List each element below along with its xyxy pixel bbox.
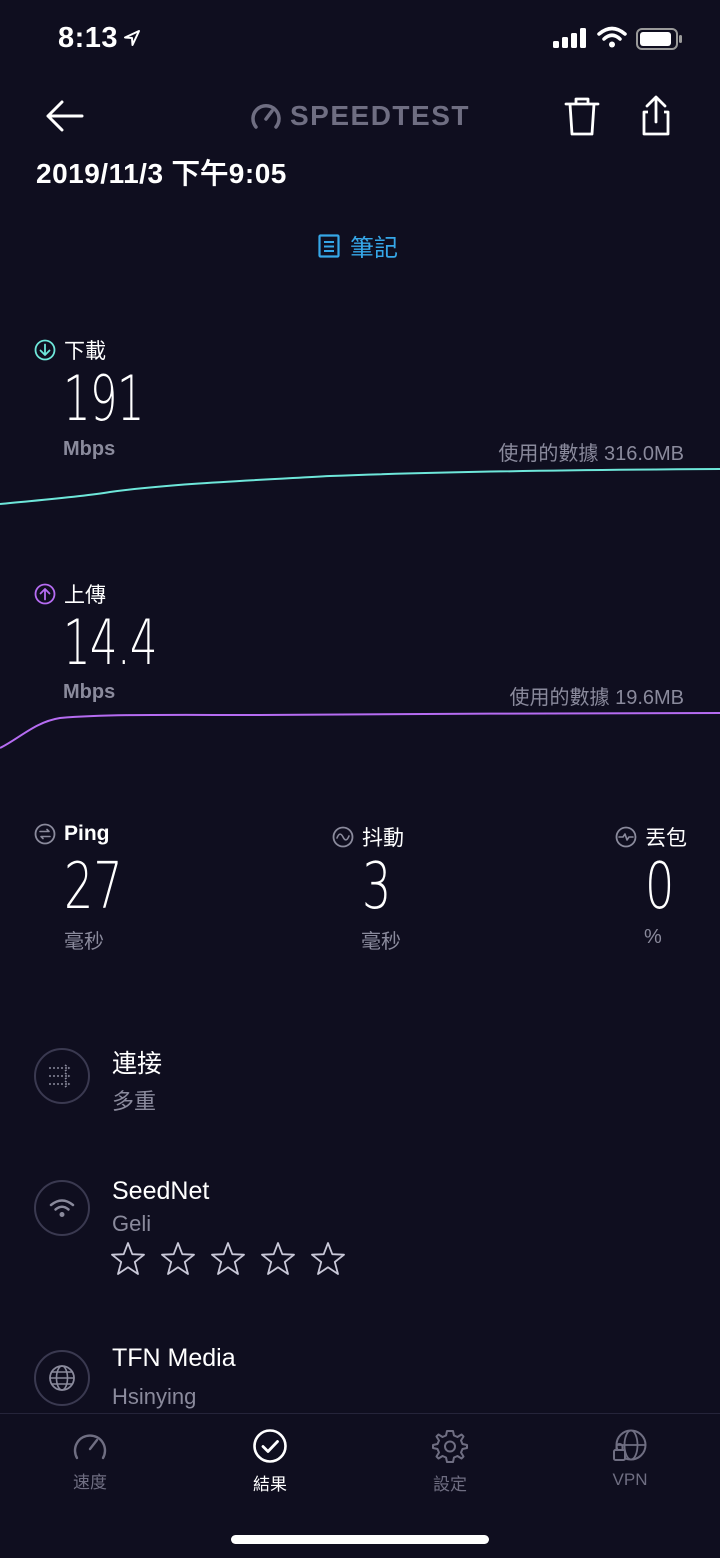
download-unit: Mbps (63, 438, 116, 460)
server-icon-circle (34, 1350, 90, 1406)
jitter-label-row: 抖動 (332, 822, 404, 852)
trash-icon[interactable] (562, 94, 602, 138)
back-arrow-icon[interactable] (42, 94, 86, 138)
download-icon (34, 339, 56, 361)
brand-name: SPEEDTEST (290, 100, 470, 131)
nav-speed-label: 速度 (73, 1473, 107, 1492)
upload-value: 14.4 (63, 606, 158, 679)
wifi-status-icon (597, 26, 627, 48)
star-icon[interactable] (160, 1241, 196, 1277)
result-datetime: 2019/11/3 下午9:05 (36, 158, 287, 189)
location-arrow-icon (124, 30, 140, 46)
download-label-row: 下載 (34, 335, 106, 365)
provider-icon-circle (34, 1180, 90, 1236)
provider-location: Geli (112, 1211, 152, 1236)
packet-loss-value: 0 (645, 850, 675, 924)
nav-results-label: 結果 (253, 1475, 287, 1494)
ping-label: Ping (64, 822, 110, 845)
connections-icon-circle (34, 1048, 90, 1104)
wifi-icon (49, 1199, 75, 1217)
nav-vpn[interactable]: VPN (570, 1428, 690, 1490)
provider-rating (110, 1241, 346, 1277)
star-icon[interactable] (110, 1241, 146, 1277)
ping-icon (34, 823, 56, 845)
upload-graph (0, 712, 720, 749)
jitter-value: 3 (362, 850, 392, 924)
packet-loss-label-row: 丟包 (615, 822, 687, 852)
notes-label: 筆記 (350, 235, 398, 262)
connection-title: 連接 (112, 1050, 163, 1078)
nav-results[interactable]: 結果 (210, 1428, 330, 1495)
server-name: TFN Media (112, 1344, 236, 1372)
ping-unit: 毫秒 (64, 931, 104, 953)
share-icon[interactable] (636, 94, 676, 138)
nav-speed[interactable]: 速度 (30, 1428, 150, 1493)
nav-vpn-label: VPN (612, 1470, 648, 1489)
packet-loss-label: 丟包 (645, 827, 687, 850)
star-icon[interactable] (310, 1241, 346, 1277)
home-indicator (231, 1535, 489, 1544)
upload-label-row: 上傳 (34, 579, 106, 609)
upload-label: 上傳 (64, 584, 106, 607)
notes-icon (318, 233, 340, 258)
vpn-globe-lock-icon (613, 1429, 647, 1461)
speedometer-icon (73, 1434, 107, 1460)
download-value: 191 (63, 362, 144, 435)
speedometer-logo-icon (251, 103, 281, 129)
connection-value: 多重 (112, 1089, 157, 1114)
globe-icon (49, 1365, 75, 1391)
check-circle-icon (253, 1429, 287, 1463)
ping-label-row: Ping (34, 822, 110, 846)
battery-icon (636, 28, 682, 50)
provider-name: SeedNet (112, 1177, 210, 1205)
speedtest-logo: SPEEDTEST (250, 100, 470, 132)
notes-button[interactable]: 筆記 (318, 228, 398, 263)
download-graph (0, 468, 720, 505)
packet-loss-icon (615, 826, 637, 848)
gear-icon (432, 1430, 468, 1463)
status-time: 8:13 (58, 22, 119, 54)
multi-connection-icon (49, 1064, 71, 1088)
jitter-icon (332, 826, 354, 848)
upload-icon (34, 583, 56, 605)
star-icon[interactable] (260, 1241, 296, 1277)
cellular-signal-icon (553, 28, 586, 48)
jitter-label: 抖動 (362, 827, 404, 850)
jitter-unit: 毫秒 (361, 931, 401, 953)
nav-settings[interactable]: 設定 (390, 1428, 510, 1495)
star-icon[interactable] (210, 1241, 246, 1277)
download-label: 下載 (64, 340, 106, 363)
server-location: Hsinying (112, 1384, 197, 1409)
nav-settings-label: 設定 (433, 1475, 467, 1494)
packet-loss-unit: % (644, 926, 662, 948)
ping-value: 27 (64, 850, 123, 924)
